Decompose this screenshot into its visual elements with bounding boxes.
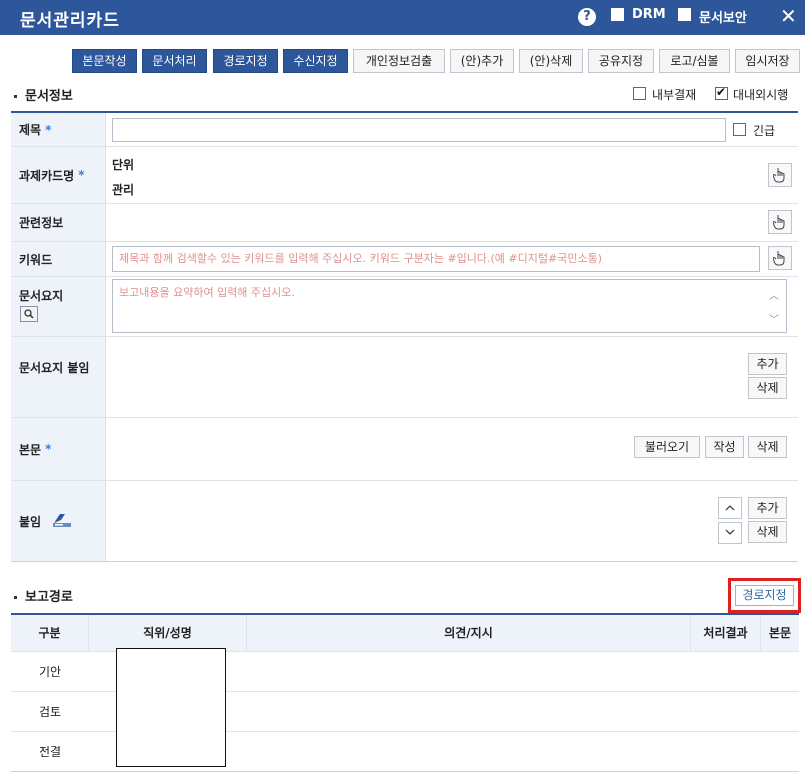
draft-add-button[interactable]: (안)추가 — [450, 49, 514, 73]
redacted-names-box — [116, 648, 226, 767]
drm-label: DRM — [632, 7, 666, 22]
attach-drive-icon[interactable] — [51, 512, 73, 531]
task-card-line1: 단위 — [112, 158, 135, 172]
scroll-down-icon[interactable]: ﹀ — [769, 311, 779, 326]
keyword-row: 키워드 제목과 함께 검색할수 있는 키워드를 입력해 주십시오. 키워드 구분… — [11, 242, 798, 277]
title-row: 제목 * 긴급 — [11, 113, 798, 147]
report-route-heading-text: 보고경로 — [25, 590, 73, 605]
attach-move-up-button[interactable] — [718, 497, 742, 519]
title-input[interactable] — [112, 118, 726, 142]
draft-delete-button[interactable]: (안)삭제 — [519, 49, 583, 73]
task-card-select-hand-icon[interactable] — [768, 163, 792, 187]
col-result: 처리결과 — [691, 615, 761, 652]
related-info-hand-icon[interactable] — [768, 210, 792, 234]
logo-symbol-button[interactable]: 로고/심볼 — [659, 49, 730, 73]
route-button-highlight: 경로지정 — [728, 578, 801, 613]
internal-approval-label: 내부결재 — [652, 88, 697, 102]
route-table-header: 구분 직위/성명 의견/지시 처리결과 본문 — [11, 615, 799, 652]
attach-add-button[interactable]: 추가 — [748, 497, 787, 519]
summary-row: 문서요지 보고내용을 요약하여 입력해 주십시오. ︿ ﹀ — [11, 277, 798, 337]
row-type: 검토 — [38, 705, 62, 719]
set-route-toolbar-button[interactable]: 경로지정 — [213, 49, 278, 73]
row-type: 전결 — [38, 745, 62, 759]
internal-approval-checkbox[interactable] — [633, 87, 646, 100]
keyword-hand-icon[interactable] — [768, 246, 792, 270]
close-icon[interactable]: ✕ — [780, 4, 797, 28]
task-card-row: 과제카드명 * 단위 관리 — [11, 147, 798, 204]
scroll-up-icon[interactable]: ︿ — [769, 287, 779, 302]
attach-row: 붙임 추가 삭제 — [11, 481, 798, 561]
summary-attach-delete-button[interactable]: 삭제 — [748, 377, 787, 399]
temp-save-button[interactable]: 임시저장 — [735, 49, 800, 73]
drm-checkbox[interactable] — [611, 8, 624, 21]
summary-textarea[interactable]: 보고내용을 요약하여 입력해 주십시오. — [112, 279, 787, 333]
summary-attach-label: 문서요지 붙임 — [11, 337, 106, 417]
urgent-checkbox[interactable] — [733, 123, 746, 136]
doc-info-heading-text: 문서정보 — [25, 89, 73, 104]
report-route-heading: 보고경로 — [12, 586, 73, 605]
attach-delete-button[interactable]: 삭제 — [748, 521, 787, 543]
help-icon[interactable]: ? — [578, 8, 596, 26]
body-row: 본문 * 불러오기 작성 삭제 — [11, 418, 798, 481]
body-delete-button[interactable]: 삭제 — [748, 436, 787, 458]
set-recipient-button[interactable]: 수신지정 — [283, 49, 348, 73]
col-position-name: 직위/성명 — [89, 615, 247, 652]
attach-label: 붙임 — [11, 481, 106, 561]
action-toolbar: 본문작성 문서처리 경로지정 수신지정 개인정보검출 (안)추가 (안)삭제 공… — [0, 49, 805, 73]
summary-search-icon[interactable] — [20, 306, 38, 322]
related-info-label: 관련정보 — [11, 204, 106, 241]
set-route-button[interactable]: 경로지정 — [735, 585, 794, 606]
privacy-detect-button[interactable]: 개인정보검출 — [353, 49, 445, 73]
doc-info-heading: 문서정보 — [12, 85, 73, 104]
doc-info-form: 제목 * 긴급 과제카드명 * 단위 관리 관련정보 키워드 제목과 함께 검색할수… — [11, 111, 798, 562]
task-card-label: 과제카드명 * — [11, 147, 106, 203]
related-info-row: 관련정보 — [11, 204, 798, 242]
col-type: 구분 — [11, 615, 89, 652]
window-title: 문서관리카드 — [20, 11, 120, 31]
body-write-button[interactable]: 작성 — [705, 436, 744, 458]
body-load-button[interactable]: 불러오기 — [634, 436, 700, 458]
summary-attach-row: 문서요지 붙임 추가 삭제 — [11, 337, 798, 418]
doc-security-checkbox[interactable] — [678, 8, 691, 21]
write-body-button[interactable]: 본문작성 — [72, 49, 137, 73]
row-type: 기안 — [38, 665, 62, 679]
col-opinion: 의견/지시 — [247, 615, 691, 652]
attach-move-down-button[interactable] — [718, 522, 742, 544]
title-label: 제목 * — [11, 113, 106, 146]
external-enforce-checkbox[interactable] — [715, 85, 728, 100]
summary-attach-add-button[interactable]: 추가 — [748, 353, 787, 375]
process-document-button[interactable]: 문서처리 — [142, 49, 207, 73]
doc-security-label: 문서보안 — [699, 11, 747, 26]
body-label: 본문 * — [11, 418, 106, 480]
keyword-input[interactable]: 제목과 함께 검색할수 있는 키워드를 입력해 주십시오. 키워드 구분자는 #… — [112, 246, 760, 272]
keyword-label: 키워드 — [11, 242, 106, 276]
share-set-button[interactable]: 공유지정 — [588, 49, 654, 73]
task-card-line2: 관리 — [112, 183, 135, 197]
col-body: 본문 — [768, 626, 792, 640]
urgent-label: 긴급 — [753, 124, 776, 138]
external-enforce-label: 대내외시행 — [733, 88, 789, 102]
title-bar: 문서관리카드 ? DRM 문서보안 ✕ — [0, 0, 805, 35]
